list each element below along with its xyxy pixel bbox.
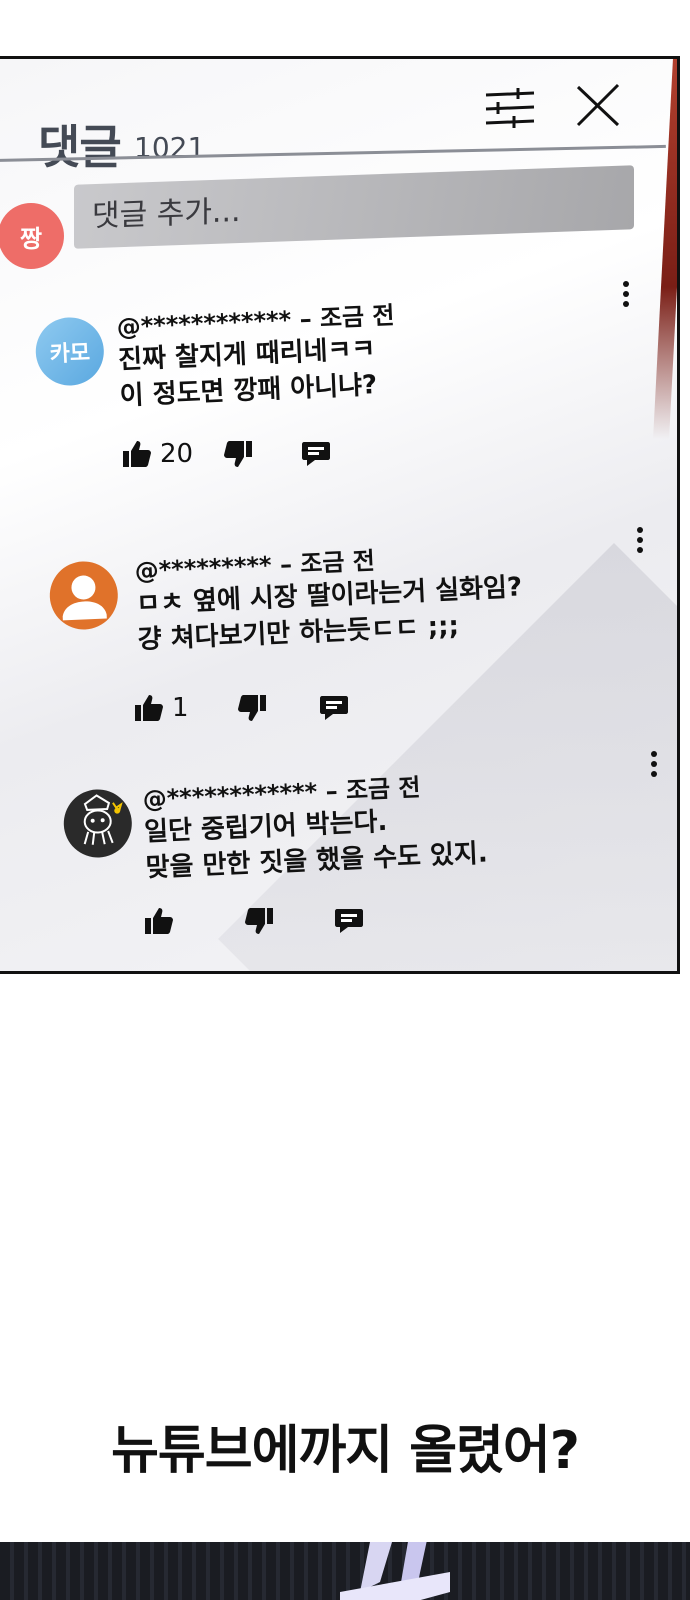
comment-time: – 조금 전 bbox=[279, 546, 376, 579]
comment-time: – 조금 전 bbox=[324, 773, 422, 806]
caption-text: 뉴튜브에까지 올렸어? bbox=[111, 1421, 580, 1481]
add-comment-input[interactable] bbox=[74, 165, 634, 249]
thumbs-down-icon bbox=[237, 695, 266, 721]
panel-title: 댓글 bbox=[38, 120, 122, 174]
like-count: 20 bbox=[160, 439, 194, 469]
like-button[interactable]: 1 bbox=[134, 693, 189, 723]
avatar[interactable] bbox=[62, 788, 134, 859]
close-icon bbox=[576, 83, 620, 127]
like-button[interactable]: 20 bbox=[122, 439, 193, 469]
bottom-panel-strip bbox=[0, 1542, 690, 1600]
comment-menu-button[interactable] bbox=[644, 747, 664, 787]
reply-button[interactable] bbox=[301, 440, 331, 468]
dislike-button[interactable] bbox=[223, 440, 253, 468]
sort-filter-button[interactable] bbox=[484, 85, 538, 131]
like-count: 1 bbox=[172, 693, 189, 723]
close-button[interactable] bbox=[574, 81, 622, 129]
thumbs-down-icon bbox=[245, 908, 273, 934]
thumbs-up-icon bbox=[145, 908, 173, 934]
reply-button[interactable] bbox=[334, 907, 364, 935]
background-edge bbox=[653, 59, 677, 439]
dislike-button[interactable] bbox=[244, 907, 274, 935]
comments-panel: 댓글 1021 짱 카모 @********** bbox=[0, 56, 680, 974]
comment-count: 1021 bbox=[134, 131, 206, 164]
avatar[interactable]: 카모 bbox=[34, 316, 106, 387]
reply-icon bbox=[335, 909, 363, 933]
thumbs-up-icon bbox=[135, 695, 163, 721]
reply-icon bbox=[302, 442, 331, 466]
like-button[interactable] bbox=[144, 907, 174, 935]
comment-menu-button[interactable] bbox=[616, 277, 636, 317]
thumbs-down-icon bbox=[224, 441, 253, 467]
reply-icon bbox=[319, 696, 348, 720]
squid-mascot-icon bbox=[83, 794, 123, 845]
reply-button[interactable] bbox=[319, 694, 349, 722]
current-user-avatar: 짱 bbox=[0, 203, 64, 269]
dislike-button[interactable] bbox=[237, 694, 267, 722]
comment-actions: 1 bbox=[134, 693, 349, 723]
default-person-icon bbox=[62, 575, 107, 621]
sliders-icon bbox=[485, 88, 535, 128]
avatar[interactable] bbox=[48, 560, 120, 631]
comment-actions bbox=[144, 907, 364, 935]
stylized-glyph-art bbox=[340, 1542, 450, 1600]
comment-menu-button[interactable] bbox=[630, 523, 650, 563]
comment-time: – 조금 전 bbox=[298, 301, 396, 334]
thumbs-up-icon bbox=[123, 441, 151, 467]
comment-actions: 20 bbox=[122, 439, 331, 469]
